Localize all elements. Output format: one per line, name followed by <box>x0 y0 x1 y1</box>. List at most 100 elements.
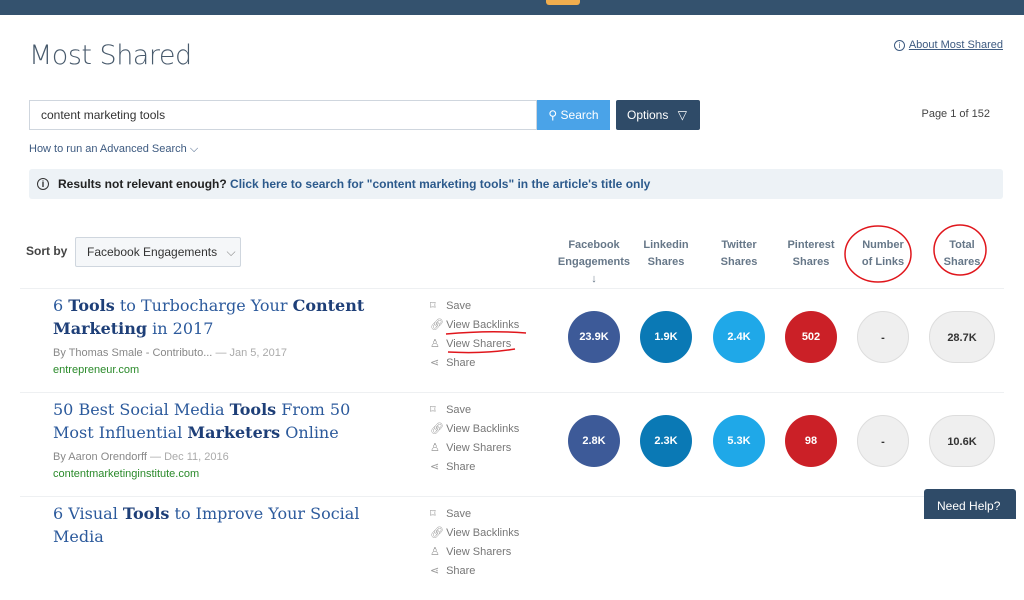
twitter-count[interactable]: 5.3K <box>713 415 765 467</box>
action-label: Share <box>446 357 476 369</box>
action-label: Save <box>446 404 472 416</box>
about-most-shared-link[interactable]: i About Most Shared <box>893 39 1003 51</box>
need-help-button[interactable]: Need Help? <box>924 489 1016 519</box>
search-input[interactable]: content marketing tools <box>29 100 537 130</box>
column-header-line: Shares <box>792 256 830 268</box>
user-icon: ♙ <box>430 338 440 350</box>
share-action[interactable]: ⋖ Share <box>430 562 519 581</box>
info-icon: i <box>37 178 49 190</box>
column-header-line: Twitter <box>721 239 757 251</box>
title-text: 6 Visual <box>53 504 123 523</box>
link-icon: 🔗︎ <box>430 527 444 539</box>
links-count[interactable]: - <box>857 311 909 363</box>
search-button[interactable]: ⚲ Search <box>537 100 610 130</box>
domain-link[interactable]: contentmarketinginstitute.com <box>53 468 199 480</box>
title-keyword: Tools <box>229 400 277 419</box>
share-icon: ⋖ <box>430 461 440 473</box>
sort-label: Sort by <box>26 244 68 258</box>
article-title-link[interactable]: 6 Tools to Turbocharge Your Content Mark… <box>53 294 393 340</box>
options-label: Options <box>627 108 669 122</box>
article-title-link[interactable]: 6 Visual Tools to Improve Your Social Me… <box>53 502 393 548</box>
banner-text: Results not relevant enough? <box>58 177 227 191</box>
title-text: to Turbocharge Your <box>114 296 293 315</box>
action-label: Save <box>446 300 472 312</box>
backlinks-action[interactable]: 🔗︎ View Backlinks <box>430 316 519 335</box>
action-label: View Sharers <box>446 442 512 454</box>
save-action[interactable]: ⌑ Save <box>430 505 519 524</box>
result-row: 6 Tools to Turbocharge Your Content Mark… <box>20 288 1004 392</box>
upgrade-button[interactable] <box>546 0 580 5</box>
column-header-line: Shares <box>720 256 758 268</box>
share-icon: ⋖ <box>430 565 440 577</box>
save-action[interactable]: ⌑ Save <box>430 297 519 316</box>
total-count[interactable]: 10.6K <box>929 415 995 467</box>
backlinks-action[interactable]: 🔗︎ View Backlinks <box>430 420 519 439</box>
action-label: Share <box>446 461 476 473</box>
facebook-count[interactable]: 2.8K <box>568 415 620 467</box>
column-header-line: Engagements ↓ <box>557 256 631 285</box>
action-label: View Backlinks <box>446 319 520 331</box>
column-header[interactable]: Linkedin Shares <box>626 237 706 271</box>
action-label: View Sharers <box>446 338 512 350</box>
column-header-line: Shares <box>943 256 981 268</box>
sharers-action[interactable]: ♙ View Sharers <box>430 543 519 562</box>
action-label: Save <box>446 508 472 520</box>
column-header[interactable]: Facebook Engagements ↓ <box>554 237 634 288</box>
action-label: View Backlinks <box>446 527 520 539</box>
backlinks-action[interactable]: 🔗︎ View Backlinks <box>430 524 519 543</box>
date: — Jan 5, 2017 <box>215 347 287 359</box>
column-header-line: Facebook <box>568 239 620 251</box>
advanced-label: How to run an Advanced Search <box>29 143 187 155</box>
column-header-line: Pinterest <box>787 239 835 251</box>
pinterest-count[interactable]: 502 <box>785 311 837 363</box>
bookmark-icon: ⌑ <box>430 508 436 520</box>
column-header-line: Total <box>949 239 975 251</box>
title-keyword: Marketers <box>187 423 281 442</box>
user-icon: ♙ <box>430 546 440 558</box>
top-nav-bar <box>0 0 1024 15</box>
info-icon: i <box>893 40 905 51</box>
linkedin-count[interactable]: 2.3K <box>640 415 692 467</box>
date: — Dec 11, 2016 <box>150 451 229 463</box>
page-title: Most Shared <box>29 40 192 71</box>
chevron-down-icon: ⌵ <box>226 245 236 259</box>
bookmark-icon: ⌑ <box>430 300 436 312</box>
title-text: in 2017 <box>147 319 214 338</box>
title-text: 50 Best Social Media <box>53 400 230 419</box>
sharers-action[interactable]: ♙ View Sharers <box>430 439 519 458</box>
share-icon: ⋖ <box>430 357 440 369</box>
search-icon: ⚲ <box>548 108 561 122</box>
link-icon: 🔗︎ <box>430 319 444 331</box>
column-header-line: of Links <box>861 256 905 268</box>
title-text: Online <box>280 423 339 442</box>
share-action[interactable]: ⋖ Share <box>430 458 519 477</box>
facebook-count[interactable]: 23.9K <box>568 311 620 363</box>
title-only-search-link[interactable]: Click here to search for "content market… <box>230 177 650 191</box>
pinterest-count[interactable]: 98 <box>785 415 837 467</box>
column-header-line: Shares <box>647 256 685 268</box>
twitter-count[interactable]: 2.4K <box>713 311 765 363</box>
chevron-down-icon: ⌵ <box>189 143 199 155</box>
result-row: 50 Best Social Media Tools From 50 Most … <box>20 392 1004 496</box>
column-header[interactable]: Number of Links <box>843 237 923 271</box>
column-header[interactable]: Total Shares <box>922 237 1002 271</box>
author: By Aaron Orendorff <box>53 451 147 463</box>
total-count[interactable]: 28.7K <box>929 311 995 363</box>
article-meta: By Thomas Smale - Contributo... — Jan 5,… <box>53 347 287 359</box>
domain-link[interactable]: entrepreneur.com <box>53 364 139 376</box>
column-header[interactable]: Twitter Shares <box>699 237 779 271</box>
advanced-search-link[interactable]: How to run an Advanced Search ⌵ <box>29 143 198 156</box>
column-header-line: Number <box>862 239 904 251</box>
options-button[interactable]: Options ▽ <box>616 100 700 130</box>
linkedin-count[interactable]: 1.9K <box>640 311 692 363</box>
relevance-banner: i Results not relevant enough? Click here… <box>29 169 1003 199</box>
sort-dropdown[interactable]: Facebook Engagements ⌵ <box>75 237 241 267</box>
bookmark-icon: ⌑ <box>430 404 436 416</box>
save-action[interactable]: ⌑ Save <box>430 401 519 420</box>
caret-down-icon: ▽ <box>677 108 687 122</box>
share-action[interactable]: ⋖ Share <box>430 354 519 373</box>
sharers-action[interactable]: ♙ View Sharers <box>430 335 519 354</box>
column-header[interactable]: Pinterest Shares <box>771 237 851 271</box>
article-title-link[interactable]: 50 Best Social Media Tools From 50 Most … <box>53 398 393 444</box>
links-count[interactable]: - <box>857 415 909 467</box>
